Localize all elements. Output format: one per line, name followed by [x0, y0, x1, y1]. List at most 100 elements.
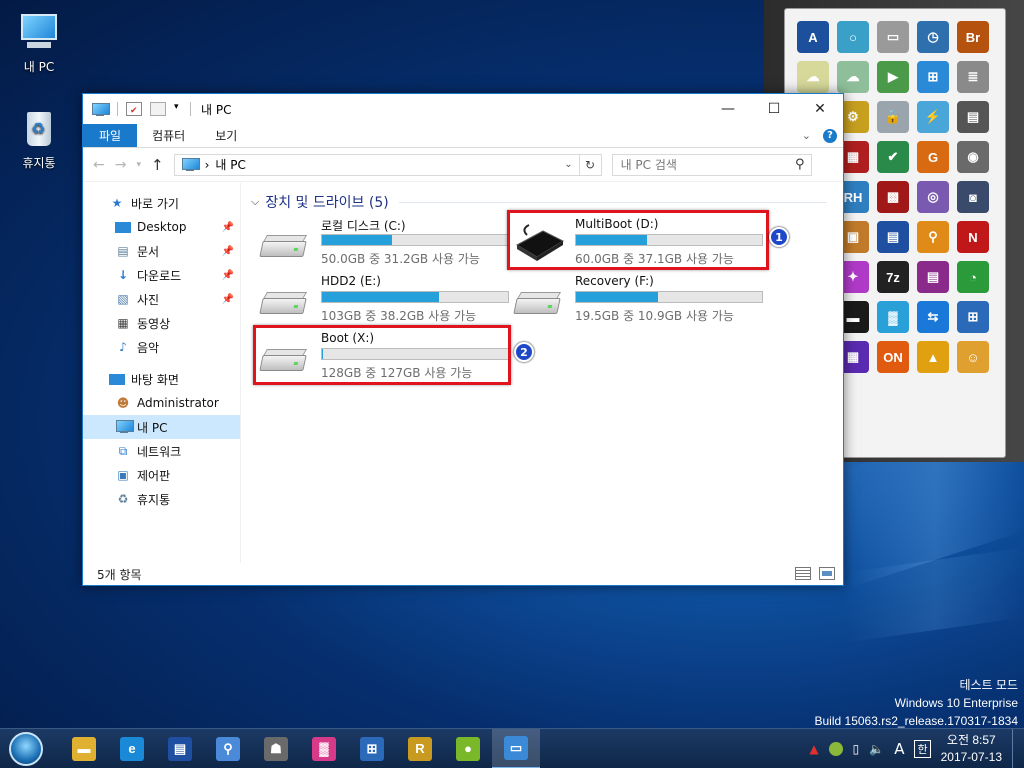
ghost-search-icon[interactable]: ☁: [837, 61, 869, 93]
ime-mode-indicator[interactable]: A: [894, 740, 904, 758]
floppy-copy-icon[interactable]: ▤: [957, 101, 989, 133]
drive-f[interactable]: Recovery (F:) 19.5GB 중 10.9GB 사용 가능: [505, 274, 763, 326]
back-arrow-icon[interactable]: ←: [93, 157, 105, 173]
pin-icon[interactable]: 📌: [222, 222, 234, 233]
quick-access-dropdown-icon[interactable]: ▾: [174, 102, 182, 116]
refresh-icon[interactable]: ↻: [578, 154, 601, 175]
windows-icon[interactable]: ⊞: [917, 61, 949, 93]
hdd-icon[interactable]: ◙: [957, 181, 989, 213]
server-icon[interactable]: ≣: [957, 61, 989, 93]
ime-language-indicator[interactable]: 한: [914, 739, 931, 758]
sidebar-item-music[interactable]: ♪ 음악: [83, 335, 240, 359]
sidebar-item-videos[interactable]: ▦ 동영상: [83, 311, 240, 335]
7zip-icon[interactable]: 7z: [877, 261, 909, 293]
show-hidden-icons-icon[interactable]: ▲: [809, 742, 818, 756]
pie-icon[interactable]: ◔: [957, 261, 989, 293]
sidebar-item-label: 음악: [137, 340, 160, 355]
show-desktop-button[interactable]: [1012, 728, 1016, 768]
close-button[interactable]: ✕: [797, 94, 843, 124]
acronis-icon[interactable]: A: [797, 21, 829, 53]
tab-computer[interactable]: 컴퓨터: [137, 124, 200, 147]
taskbar-app-button[interactable]: ☗: [252, 729, 300, 768]
large-icons-view-icon[interactable]: [819, 567, 835, 580]
expand-ribbon-icon[interactable]: ⌄: [802, 129, 811, 142]
properties-icon[interactable]: ✔: [126, 102, 142, 116]
sidebar-item-documents[interactable]: ▤ 문서 📌: [83, 239, 240, 263]
sidebar-item-recycle-bin[interactable]: ♻ 휴지통: [83, 487, 240, 511]
pin-icon[interactable]: 📌: [222, 294, 234, 305]
desktop-icon-my-pc[interactable]: 내 PC: [4, 10, 74, 75]
sidebar-item-desktop[interactable]: Desktop 📌: [83, 215, 240, 239]
magnifier-icon[interactable]: ⚲: [917, 221, 949, 253]
sidebar-item-quick-access[interactable]: ★ 바로 가기: [83, 191, 240, 215]
ghost-icon[interactable]: ☁: [797, 61, 829, 93]
ntpwedit-icon[interactable]: N: [957, 221, 989, 253]
sidebar-item-downloads[interactable]: ↓ 다운로드 📌: [83, 263, 240, 287]
tab-file[interactable]: 파일: [83, 124, 138, 147]
clock-icon[interactable]: ◷: [917, 21, 949, 53]
address-bar[interactable]: › 내 PC ⌄ ↻: [173, 153, 602, 176]
dvd-icon[interactable]: ◎: [917, 181, 949, 213]
taskbar-app-button[interactable]: e: [108, 729, 156, 768]
pin-icon[interactable]: 📌: [222, 246, 234, 257]
drive-icon[interactable]: ▭: [877, 21, 909, 53]
path-separator[interactable]: ›: [205, 158, 210, 172]
volume-icon[interactable]: 🔈: [869, 742, 884, 756]
ghost-play-icon[interactable]: ▶: [877, 61, 909, 93]
taskbar-app-button[interactable]: ▤: [156, 729, 204, 768]
forward-arrow-icon[interactable]: →: [115, 157, 127, 173]
camera-icon[interactable]: ◉: [957, 141, 989, 173]
tab-view[interactable]: 보기: [200, 124, 252, 147]
drive-c[interactable]: 로컬 디스크 (C:) 50.0GB 중 31.2GB 사용 가능: [251, 217, 509, 269]
ring-icon[interactable]: ○: [837, 21, 869, 53]
color-screen-icon[interactable]: ▓: [877, 301, 909, 333]
sidebar-item-pictures[interactable]: ▧ 사진 📌: [83, 287, 240, 311]
sidebar-item-network[interactable]: ⧉ 네트워크: [83, 439, 240, 463]
taskbar-app-button[interactable]: ●: [444, 729, 492, 768]
cubes-icon[interactable]: ▩: [877, 181, 909, 213]
address-location[interactable]: 내 PC: [215, 156, 245, 173]
lock-icon[interactable]: 🔒: [877, 101, 909, 133]
recent-locations-icon[interactable]: ▾: [136, 160, 141, 170]
teamviewer-icon[interactable]: ⇆: [917, 301, 949, 333]
drive-e[interactable]: HDD2 (E:) 103GB 중 38.2GB 사용 가능: [251, 274, 509, 326]
winrar-icon[interactable]: ▤: [917, 261, 949, 293]
start-button[interactable]: [6, 729, 46, 768]
bridge-icon[interactable]: Br: [957, 21, 989, 53]
potplayer-icon[interactable]: ☺: [957, 341, 989, 373]
clock[interactable]: 오전 8:57 2017-07-13: [941, 732, 1002, 766]
sidebar-item-administrator[interactable]: ☻ Administrator: [83, 391, 240, 415]
title-bar[interactable]: ✔ ▾ 내 PC — ☐ ✕: [83, 94, 843, 124]
drive-name: Recovery (F:): [575, 274, 654, 288]
taskbar-app-button[interactable]: ⊞: [348, 729, 396, 768]
g-icon[interactable]: G: [917, 141, 949, 173]
diagram-icon[interactable]: ⊞: [957, 301, 989, 333]
sidebar-item-control-panel[interactable]: ▣ 제어판: [83, 463, 240, 487]
taskbar-app-button[interactable]: ▓: [300, 729, 348, 768]
floppy-icon[interactable]: ▤: [877, 221, 909, 253]
taskbar-app-button[interactable]: ▬: [60, 729, 108, 768]
taskbar-app-button[interactable]: ⚲: [204, 729, 252, 768]
minimize-button[interactable]: —: [705, 94, 751, 124]
search-input[interactable]: 내 PC 검색 ⚲: [611, 153, 812, 176]
details-view-icon[interactable]: [795, 567, 811, 580]
pin-icon[interactable]: 📌: [222, 270, 234, 281]
taskbar-app-button[interactable]: ▭: [492, 728, 540, 768]
help-icon[interactable]: ?: [823, 128, 837, 143]
disk-check-icon[interactable]: ✔: [877, 141, 909, 173]
taskbar-app-button[interactable]: R: [396, 729, 444, 768]
usb-device-icon[interactable]: ▯: [853, 742, 860, 756]
gom-icon[interactable]: ON: [877, 341, 909, 373]
search-icon[interactable]: ⚲: [795, 157, 805, 172]
sidebar-item-my-pc[interactable]: 내 PC: [83, 415, 240, 439]
tray-app-icon[interactable]: [828, 741, 843, 756]
up-arrow-icon[interactable]: ↑: [151, 156, 164, 174]
address-history-icon[interactable]: ⌄: [564, 159, 572, 170]
sidebar-item-desktop-root[interactable]: 바탕 화면: [83, 367, 240, 391]
aimp-icon[interactable]: ▲: [917, 341, 949, 373]
chevron-down-icon[interactable]: ⌵: [251, 195, 259, 209]
new-folder-icon[interactable]: [150, 102, 166, 116]
plug-icon[interactable]: ⚡: [917, 101, 949, 133]
desktop-icon-recycle-bin[interactable]: 휴지통: [4, 106, 74, 171]
maximize-button[interactable]: ☐: [751, 94, 797, 124]
